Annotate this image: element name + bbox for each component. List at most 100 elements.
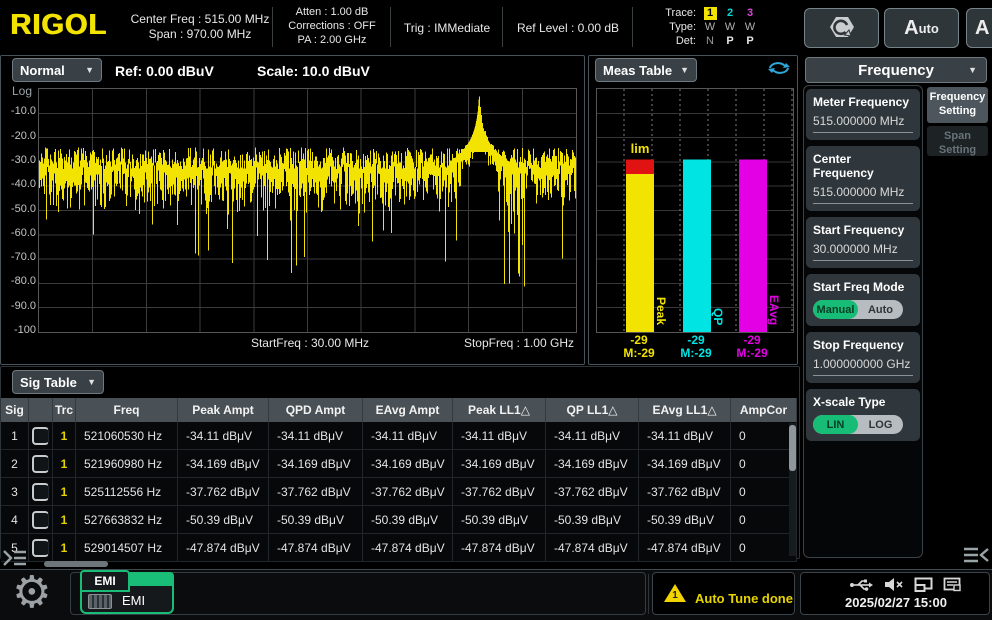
chevron-down-icon: ▼ bbox=[85, 65, 94, 75]
sidebar-card-x-scale-type[interactable]: X-scale TypeLINLOG bbox=[806, 389, 920, 441]
tab-frequency-setting[interactable]: Frequency Setting bbox=[927, 87, 988, 123]
stop-freq-label: StopFreq : 1.00 GHz bbox=[438, 336, 574, 350]
table-vertical-scrollbar[interactable] bbox=[789, 423, 796, 556]
column-header: Sig bbox=[1, 398, 29, 422]
amplitude-cell: -37.762 dBμV bbox=[639, 478, 731, 505]
freq-cell: 527663832 Hz bbox=[76, 506, 178, 533]
ref-level-readout: Ref Level : 0.00 dB bbox=[506, 21, 630, 36]
preset-hexagon-icon bbox=[825, 13, 859, 43]
amplitude-cell: -50.39 dBμV bbox=[546, 506, 639, 533]
card-label: Meter Frequency bbox=[813, 95, 913, 109]
bar-value: -29M:-29 bbox=[722, 334, 782, 360]
y-tick-label: -90.0 bbox=[2, 300, 36, 312]
trace-3-type: W bbox=[740, 20, 760, 34]
sig-number-cell: 1 bbox=[1, 422, 29, 449]
table-horizontal-scrollbar-thumb[interactable] bbox=[44, 561, 108, 567]
bar-axis-label: QP bbox=[711, 308, 725, 325]
expand-table-icon[interactable] bbox=[2, 548, 28, 568]
emi-task-tab[interactable]: EMI EMI bbox=[80, 572, 174, 614]
checkbox-cell bbox=[29, 450, 53, 477]
type-label: Type: bbox=[648, 20, 700, 34]
partial-button[interactable]: A bbox=[966, 8, 992, 48]
row-checkbox[interactable] bbox=[32, 455, 49, 473]
sidebar-title: Frequency bbox=[858, 62, 934, 79]
sig-table-dropdown[interactable]: Sig Table ▼ bbox=[12, 370, 104, 394]
column-header bbox=[29, 398, 53, 422]
refresh-icon[interactable] bbox=[766, 59, 792, 77]
toggle-option-auto[interactable]: Auto bbox=[858, 300, 903, 319]
row-checkbox[interactable] bbox=[32, 539, 49, 557]
row-checkbox[interactable] bbox=[32, 511, 49, 529]
emi-task-name: EMI bbox=[122, 593, 145, 608]
scroll-thumb[interactable] bbox=[789, 425, 796, 471]
table-row[interactable]: 51529014507 Hz-47.874 dBμV-47.874 dBμV-4… bbox=[1, 534, 797, 562]
sidebar-card-start-frequency[interactable]: Start Frequency30.000000 MHz bbox=[806, 217, 920, 268]
amplitude-cell: -34.11 dBμV bbox=[639, 422, 731, 449]
auto-button-rest: uto bbox=[919, 21, 939, 36]
auto-button-initial: A bbox=[904, 17, 918, 40]
preset-button[interactable] bbox=[804, 8, 879, 48]
trace-cell: 1 bbox=[53, 422, 76, 449]
top-bar: RIGOL Center Freq : 515.00 MHz Span : 97… bbox=[0, 0, 992, 54]
bar-marker-value: M:-29 bbox=[609, 347, 669, 360]
amplitude-cell: -34.11 dBμV bbox=[546, 422, 639, 449]
sig-number-cell: 4 bbox=[1, 506, 29, 533]
ref-label: Ref: 0.00 dBuV bbox=[115, 63, 214, 79]
table-row[interactable]: 21521960980 Hz-34.169 dBμV-34.169 dBμV-3… bbox=[1, 450, 797, 478]
amplitude-cell: -34.169 dBμV bbox=[453, 450, 546, 477]
sidebar-card-start-freq-mode[interactable]: Start Freq ModeManualAuto bbox=[806, 274, 920, 326]
sidebar-card-meter-frequency[interactable]: Meter Frequency515.000000 MHz bbox=[806, 89, 920, 140]
amplitude-cell: -34.169 dBμV bbox=[178, 450, 269, 477]
trace-status-grid: Trace: 1 2 3 Type: W W W Det: N P P bbox=[648, 6, 760, 48]
hide-menu-icon[interactable] bbox=[962, 546, 990, 564]
trace-3-det: P bbox=[740, 34, 760, 48]
trace-mode-dropdown[interactable]: Normal ▼ bbox=[12, 58, 102, 82]
auto-tune-button[interactable]: Auto bbox=[884, 8, 959, 48]
toggle-start-freq-mode[interactable]: ManualAuto bbox=[813, 300, 903, 319]
amplitude-cell: -34.169 dBμV bbox=[546, 450, 639, 477]
det-label: Det: bbox=[648, 34, 700, 48]
toggle-x-scale-type[interactable]: LINLOG bbox=[813, 415, 903, 434]
bar-axis-label: Peak bbox=[654, 297, 668, 325]
toggle-option-manual[interactable]: Manual bbox=[813, 300, 858, 319]
column-header: AmpCor bbox=[731, 398, 797, 422]
row-checkbox[interactable] bbox=[32, 427, 49, 445]
sidebar-card-stop-frequency[interactable]: Stop Frequency1.000000000 GHz bbox=[806, 332, 920, 383]
amplitude-cell: -34.11 dBμV bbox=[453, 422, 546, 449]
divider bbox=[648, 574, 649, 614]
bar-label-wrapper: Peak bbox=[654, 88, 668, 325]
meas-table-dropdown[interactable]: Meas Table ▼ bbox=[595, 58, 697, 82]
ampcor-cell: 0 bbox=[731, 450, 797, 477]
tab-span-setting[interactable]: Span Setting bbox=[927, 126, 988, 156]
signal-table: SigTrcFreqPeak AmptQPD AmptEAvg AmptPeak… bbox=[1, 398, 797, 562]
atten-block: Atten : 1.00 dB Corrections : OFF PA : 2… bbox=[276, 5, 388, 47]
trace-cell: 1 bbox=[53, 534, 76, 561]
y-tick-label: -40.0 bbox=[2, 178, 36, 190]
table-row[interactable]: 31525112556 Hz-37.762 dBμV-37.762 dBμV-3… bbox=[1, 478, 797, 506]
row-checkbox[interactable] bbox=[32, 483, 49, 501]
notification-block[interactable]: 1 Auto Tune done bbox=[652, 572, 795, 615]
toggle-option-log[interactable]: LOG bbox=[858, 415, 903, 434]
notification-text: Auto Tune done bbox=[695, 591, 793, 606]
sidebar-card-center-frequency[interactable]: Center Frequency515.000000 MHz bbox=[806, 146, 920, 211]
emi-tab-flag bbox=[124, 572, 174, 586]
y-axis-ticks: -10.0-20.0-30.0-40.0-50.0-60.0-70.0-80.0… bbox=[2, 88, 36, 331]
chevron-down-icon: ▼ bbox=[968, 65, 977, 75]
y-tick-label: -70.0 bbox=[2, 251, 36, 263]
amplitude-cell: -50.39 dBμV bbox=[363, 506, 453, 533]
sidebar-menu-dropdown[interactable]: Frequency ▼ bbox=[805, 57, 987, 83]
freq-cell: 525112556 Hz bbox=[76, 478, 178, 505]
system-gear-icon[interactable]: ⚙ bbox=[12, 568, 51, 618]
card-value: 515.000000 MHz bbox=[813, 185, 913, 199]
amplitude-cell: -47.874 dBμV bbox=[546, 534, 639, 561]
toggle-option-lin[interactable]: LIN bbox=[813, 415, 858, 434]
table-row[interactable]: 11521060530 Hz-34.11 dBμV-34.11 dBμV-34.… bbox=[1, 422, 797, 450]
amplitude-cell: -47.874 dBμV bbox=[178, 534, 269, 561]
sig-table-title: Sig Table bbox=[20, 375, 77, 390]
card-label: Stop Frequency bbox=[813, 338, 913, 352]
table-row[interactable]: 41527663832 Hz-50.39 dBμV-50.39 dBμV-50.… bbox=[1, 506, 797, 534]
value-underline bbox=[813, 203, 913, 204]
amplitude-cell: -34.169 dBμV bbox=[269, 450, 363, 477]
sig-number-cell: 2 bbox=[1, 450, 29, 477]
amplitude-cell: -34.169 dBμV bbox=[363, 450, 453, 477]
